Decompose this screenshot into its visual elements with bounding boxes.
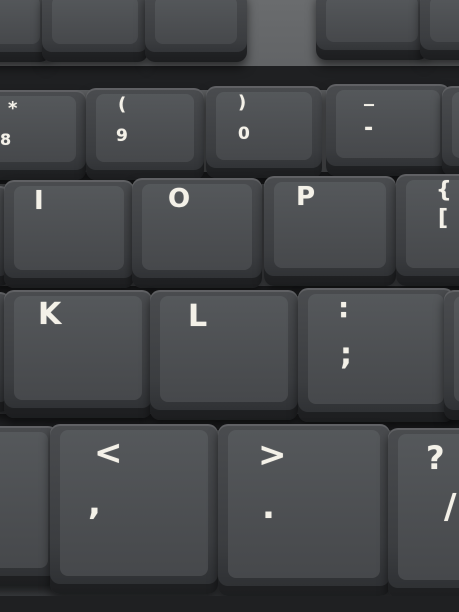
key-p: P	[264, 176, 396, 286]
key-function	[316, 0, 428, 60]
key-0-shift-label: )	[238, 92, 247, 113]
key-bracket-label: [	[438, 206, 449, 231]
key-partial	[444, 290, 459, 420]
key-period: > .	[218, 424, 390, 596]
key-comma: < ,	[50, 424, 218, 594]
key-comma-shift-label: <	[94, 433, 123, 473]
key-bracket: { [	[396, 174, 459, 286]
key-f7: F7	[42, 0, 148, 62]
key-semicolon-shift-label: :	[338, 291, 350, 324]
key-0-label: 0	[238, 124, 250, 144]
key-slash: ? /	[388, 428, 459, 598]
key-semicolon-label: ;	[340, 337, 352, 372]
key-9-shift-label: (	[118, 94, 127, 115]
key-period-shift-label: >	[258, 435, 287, 475]
key-8: * 8	[0, 90, 86, 180]
key-partial	[442, 86, 459, 176]
key-k: K	[4, 290, 152, 418]
key-8-shift-label: *	[8, 98, 18, 119]
key-semicolon: : ;	[298, 288, 454, 422]
key-minus-shift-label: _	[364, 82, 374, 106]
key-k-label: K	[38, 297, 62, 332]
row-gap	[0, 596, 459, 612]
key-bracket-shift-label: {	[436, 178, 452, 203]
key-period-label: .	[262, 487, 275, 527]
key-o-label: O	[168, 184, 191, 214]
key-p-label: P	[296, 182, 316, 212]
key-8-label: 8	[0, 130, 12, 149]
key-i-label: I	[34, 186, 44, 216]
key-9: ( 9	[86, 88, 204, 180]
key-function	[420, 0, 459, 60]
key-comma-label: ,	[88, 483, 101, 523]
key-slash-shift-label: ?	[426, 439, 445, 477]
key-o: O	[132, 178, 262, 288]
key-l: L	[150, 290, 298, 420]
key-l-label: L	[188, 299, 208, 334]
key-minus: _ -	[326, 84, 450, 176]
key-slash-label: /	[444, 487, 457, 527]
key-minus-label: -	[364, 116, 374, 141]
key-9-label: 9	[116, 126, 128, 146]
keyboard-photo: F7 F8 * 8 ( 9 ) 0 _ - I O P {	[0, 0, 459, 612]
key-0: ) 0	[206, 86, 322, 178]
key-i: I	[4, 180, 134, 288]
key-f8: F8	[145, 0, 247, 62]
